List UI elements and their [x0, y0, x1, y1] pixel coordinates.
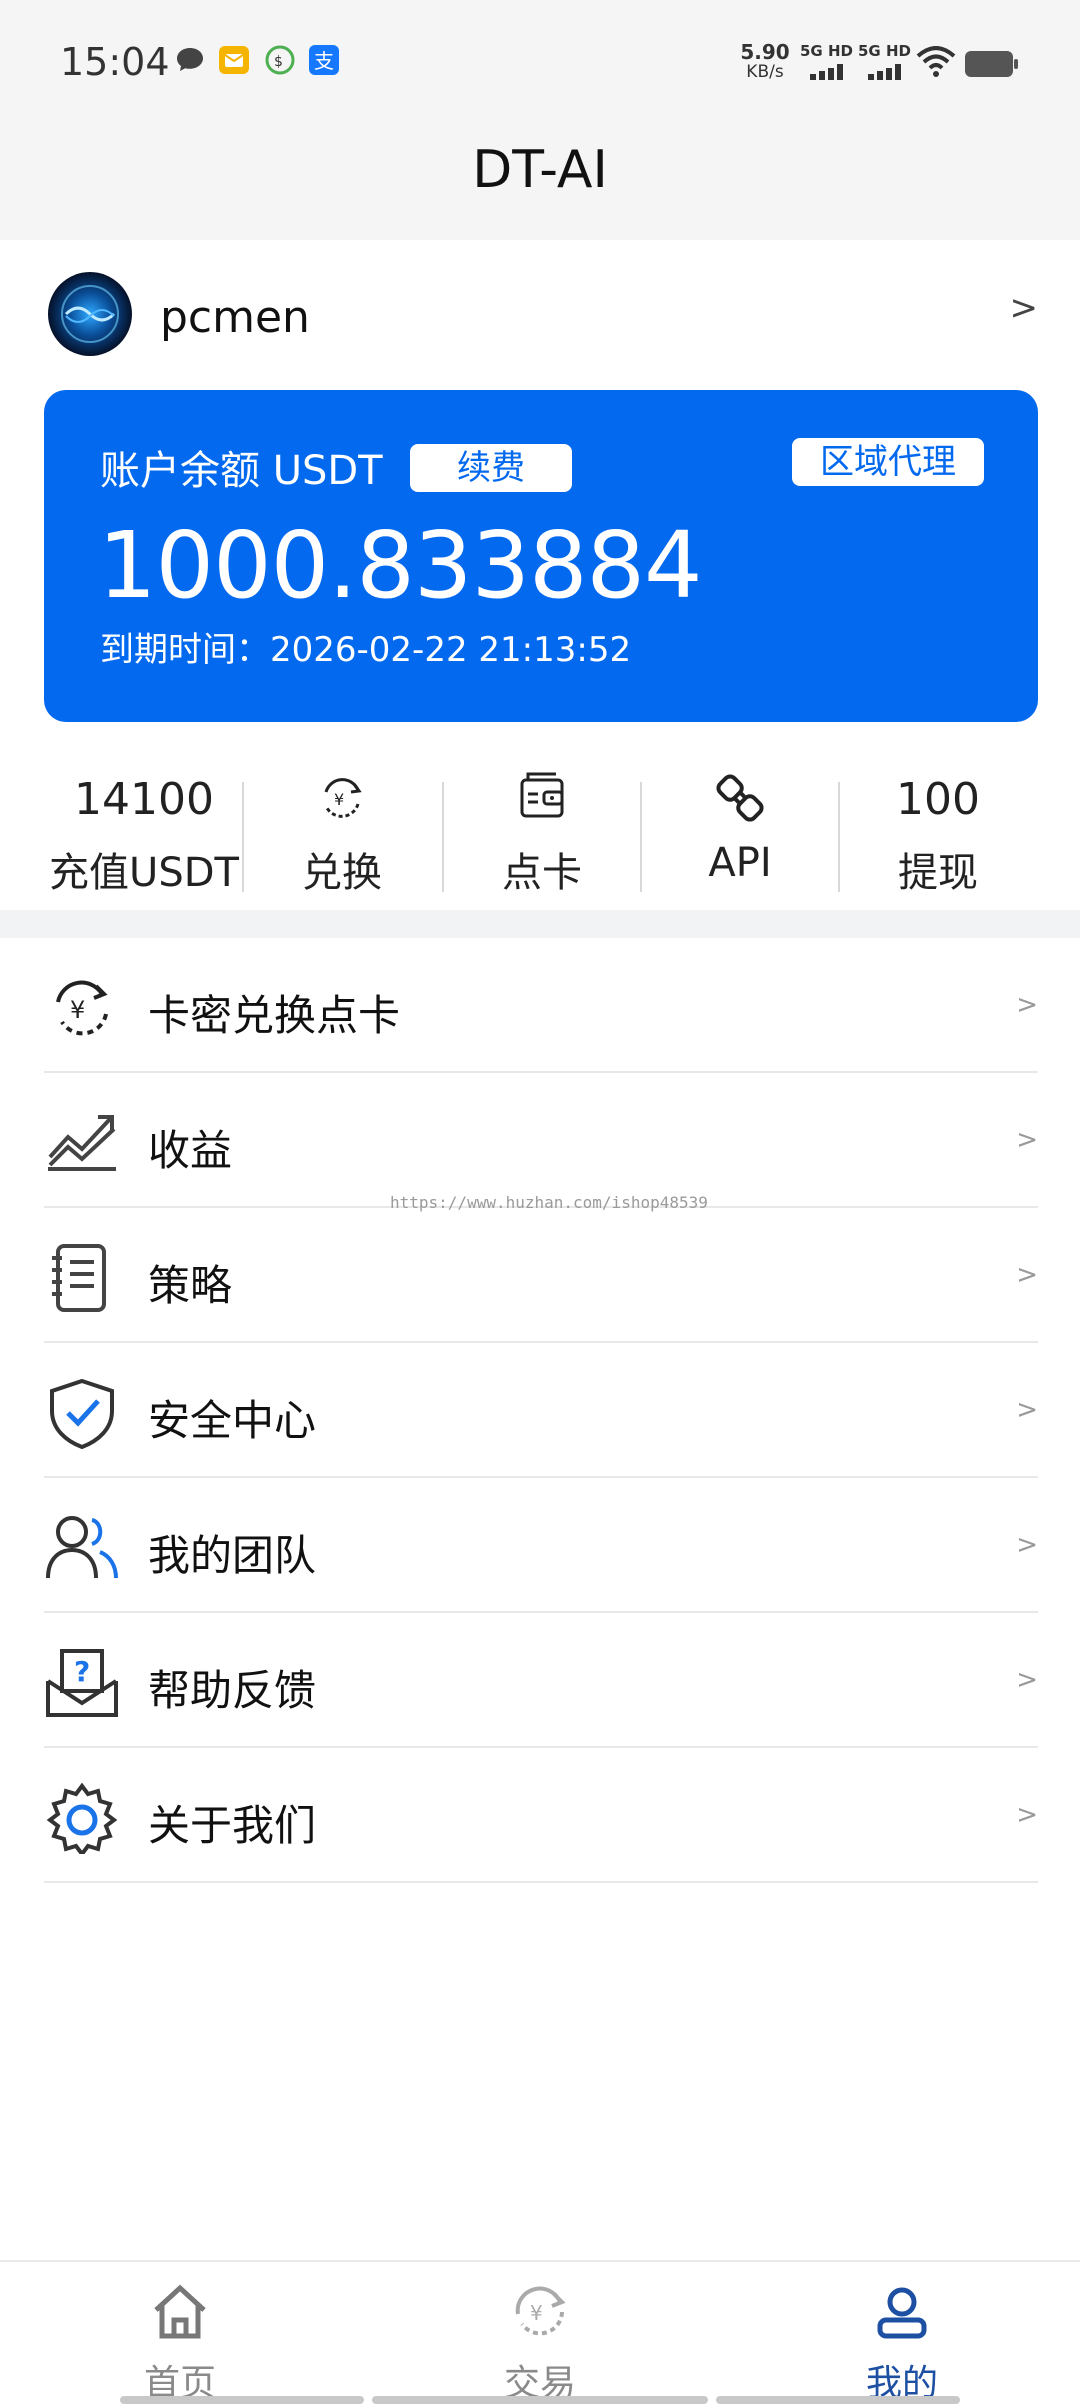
regional-agent-button[interactable]: 区域代理 — [792, 438, 984, 486]
svg-text:?: ? — [74, 1655, 90, 1688]
svg-text:¥: ¥ — [530, 2301, 543, 2325]
avatar-image — [61, 285, 119, 343]
stat-recharge-label: 充值USDT — [49, 850, 239, 896]
balance-label: 账户余额 USDT — [100, 448, 383, 494]
stat-point-card[interactable]: 点卡 — [444, 752, 640, 902]
home-indicator — [120, 2396, 364, 2404]
stat-exchange[interactable]: ¥ 兑换 — [244, 752, 440, 902]
menu-label: 关于我们 — [148, 1801, 317, 1850]
menu-item-card-redeem[interactable]: ¥ 卡密兑换点卡 > — [44, 938, 1038, 1073]
signal1-label: 5G HD — [800, 42, 853, 60]
stat-recharge[interactable]: 14100 充值USDT — [46, 752, 242, 902]
stat-recharge-value: 14100 — [74, 774, 214, 825]
profile-arrow-icon[interactable]: > — [1010, 288, 1039, 328]
menu-item-strategy[interactable]: 策略 > — [44, 1208, 1038, 1343]
chart-trend-icon — [48, 1115, 116, 1171]
page-title: DT-AI — [472, 140, 608, 200]
wifi-icon — [916, 46, 956, 77]
signal2-bars-icon — [868, 64, 901, 80]
menu-item-security[interactable]: 安全中心 > — [44, 1343, 1038, 1478]
user-icon — [877, 2287, 927, 2339]
team-icon — [46, 1516, 118, 1579]
stat-api-label: API — [708, 840, 772, 886]
help-box-icon: ? — [46, 1649, 118, 1717]
svg-text:$: $ — [274, 54, 283, 70]
wallet-card-icon — [520, 772, 564, 818]
svg-text:¥: ¥ — [70, 996, 85, 1024]
gear-icon — [46, 1782, 118, 1854]
balance-value: 1000.833884 — [98, 512, 703, 619]
nav-mine[interactable]: 我的 — [792, 2262, 1012, 2408]
chevron-right-icon: > — [1016, 990, 1038, 1020]
chevron-right-icon: > — [1016, 1665, 1038, 1695]
menu-label: 我的团队 — [148, 1531, 317, 1580]
nav-home[interactable]: 首页 — [70, 2262, 290, 2408]
status-time: 15:04 — [60, 40, 170, 84]
menu-item-about[interactable]: 关于我们 > — [44, 1748, 1038, 1883]
chevron-right-icon: > — [1016, 1260, 1038, 1290]
chat-bubble-icon — [177, 48, 203, 71]
stat-api[interactable]: API — [642, 752, 838, 902]
net-speed-value: 5.90 — [740, 40, 790, 64]
signal1-bars-icon — [810, 64, 843, 80]
network-speed: 5.90 KB/s — [738, 42, 792, 82]
chevron-right-icon: > — [1016, 1800, 1038, 1830]
status-bar: 15:04 $ 支 5.90 KB/s 5G HD 5G HD — [0, 0, 1080, 120]
net-speed-unit: KB/s — [746, 62, 784, 82]
svg-text:支: 支 — [314, 49, 334, 73]
bottom-nav: 首页 ¥ 交易 我的 — [0, 2260, 1080, 2408]
stat-exchange-label: 兑换 — [302, 850, 382, 896]
shield-check-icon — [50, 1378, 114, 1449]
stat-point-card-label: 点卡 — [502, 850, 582, 896]
renew-button[interactable]: 续费 — [410, 444, 572, 492]
chevron-right-icon: > — [1016, 1395, 1038, 1425]
chevron-right-icon: > — [1016, 1125, 1038, 1155]
menu-label: 收益 — [148, 1126, 233, 1175]
yuan-exchange-icon: ¥ — [56, 980, 108, 1036]
home-indicator — [372, 2396, 708, 2404]
wallet-app-icon: $ — [265, 45, 295, 75]
profile-row[interactable]: pcmen > — [0, 240, 1080, 390]
stat-withdraw-value: 100 — [896, 774, 980, 825]
menu-label: 安全中心 — [148, 1396, 317, 1445]
nav-trade[interactable]: ¥ 交易 — [430, 2262, 650, 2408]
trade-icon: ¥ — [515, 2286, 566, 2336]
signal2-label: 5G HD — [858, 42, 911, 60]
notebook-icon — [52, 1244, 106, 1312]
menu-item-help[interactable]: ? 帮助反馈 > — [44, 1613, 1038, 1748]
svg-text:¥: ¥ — [334, 790, 344, 809]
section-divider — [0, 910, 1080, 938]
menu-label: 卡密兑换点卡 — [148, 991, 401, 1040]
stat-withdraw-label: 提现 — [898, 850, 978, 896]
top-area: 15:04 $ 支 5.90 KB/s 5G HD 5G HD DT-AI — [0, 0, 1080, 240]
menu-label: 策略 — [148, 1261, 233, 1310]
battery-icon — [965, 51, 1018, 77]
stats-row: 14100 充值USDT ¥ 兑换 点卡 API 100 提现 — [0, 752, 1080, 902]
menu-label: 帮助反馈 — [148, 1666, 317, 1715]
avatar[interactable] — [48, 272, 132, 356]
stat-withdraw[interactable]: 100 提现 — [840, 752, 1036, 902]
watermark: https://www.huzhan.com/ishop48539 — [390, 1193, 708, 1212]
expiry-time: 到期时间：2026-02-22 21:13:52 — [100, 630, 632, 670]
username: pcmen — [160, 292, 310, 343]
balance-card: 账户余额 USDT 续费 区域代理 1000.833884 到期时间：2026-… — [44, 390, 1038, 722]
home-icon — [154, 2284, 206, 2339]
chevron-right-icon: > — [1016, 1530, 1038, 1560]
plug-icon — [716, 774, 764, 822]
menu-item-team[interactable]: 我的团队 > — [44, 1478, 1038, 1613]
alipay-icon: 支 — [309, 45, 339, 75]
home-indicator — [716, 2396, 960, 2404]
menu-item-earnings[interactable]: 收益 > — [44, 1073, 1038, 1208]
mail-app-icon — [219, 46, 249, 74]
exchange-icon: ¥ — [324, 778, 362, 818]
